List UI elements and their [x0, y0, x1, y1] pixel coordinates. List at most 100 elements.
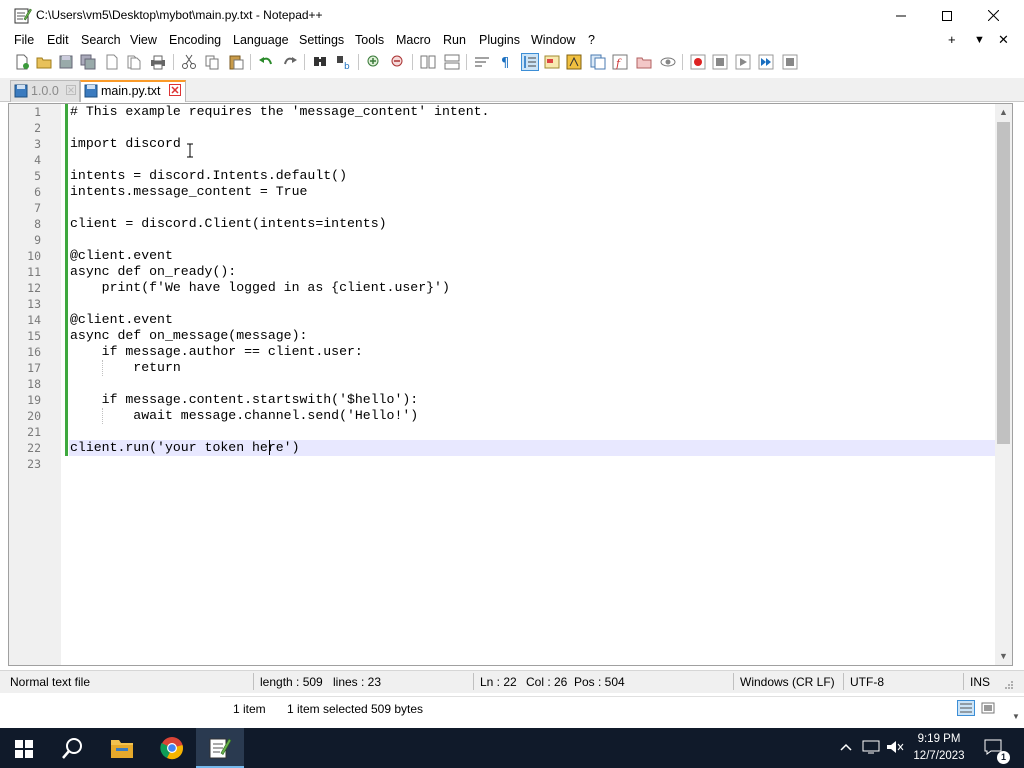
- document-map-icon[interactable]: [566, 54, 582, 70]
- explorer-selected-size: 509 bytes: [371, 702, 424, 716]
- scrollbar-thumb[interactable]: [997, 122, 1010, 444]
- code-line[interactable]: client.run('your token here'): [70, 440, 300, 456]
- line-number: 5: [34, 169, 41, 183]
- new-tab-plus-button[interactable]: +: [948, 32, 956, 47]
- code-line[interactable]: await message.channel.send('Hello!'): [70, 408, 418, 424]
- macro-record-icon[interactable]: [690, 54, 706, 70]
- svg-text:b: b: [344, 62, 350, 70]
- close-document-button[interactable]: ✕: [998, 32, 1009, 48]
- notepadpp-app-icon: [14, 8, 32, 24]
- menu-plugins[interactable]: Plugins: [479, 33, 520, 47]
- code-line[interactable]: return: [70, 360, 181, 376]
- document-list-icon[interactable]: [590, 54, 606, 70]
- clock-date[interactable]: 12/7/2023: [908, 750, 970, 762]
- menu-search[interactable]: Search: [81, 33, 121, 47]
- copy-icon[interactable]: [204, 54, 220, 70]
- code-line[interactable]: print(f'We have logged in as {client.use…: [70, 280, 450, 296]
- show-all-characters-icon[interactable]: ¶: [498, 54, 514, 70]
- close-file-icon[interactable]: [104, 54, 120, 70]
- tab-list-dropdown-button[interactable]: ▼: [974, 34, 985, 46]
- line-number: 14: [27, 313, 41, 327]
- open-file-icon[interactable]: [36, 54, 52, 70]
- save-all-icon[interactable]: [80, 54, 96, 70]
- code-line[interactable]: if message.author == client.user:: [70, 344, 363, 360]
- code-line[interactable]: async def on_message(message):: [70, 328, 307, 344]
- maximize-button[interactable]: [924, 0, 970, 31]
- monitoring-eye-icon[interactable]: [660, 54, 676, 70]
- clock-time[interactable]: 9:19 PM: [908, 733, 970, 745]
- menu-window[interactable]: Window: [531, 33, 575, 47]
- close-icon: [987, 10, 999, 21]
- explorer-scroll-down-arrow-icon[interactable]: ▼: [1012, 712, 1020, 721]
- maximize-icon: [942, 10, 952, 21]
- scroll-up-arrow-icon[interactable]: ▲: [995, 104, 1012, 121]
- network-icon[interactable]: [862, 740, 880, 754]
- large-icons-view-icon[interactable]: [980, 700, 996, 716]
- sync-horizontal-icon[interactable]: [444, 54, 460, 70]
- indent-guide-icon[interactable]: [521, 53, 539, 71]
- toolbar-separator: [466, 54, 467, 70]
- explorer-selected-count: 1 item selected: [287, 702, 368, 716]
- code-line[interactable]: if message.content.startswith('$hello'):: [70, 392, 419, 408]
- code-line[interactable]: # This example requires the 'message_con…: [70, 104, 489, 120]
- menu-encoding[interactable]: Encoding: [169, 33, 221, 47]
- file-explorer-icon[interactable]: [110, 737, 134, 759]
- menu-edit[interactable]: Edit: [47, 33, 69, 47]
- windows-start-icon[interactable]: [15, 740, 33, 758]
- code-line[interactable]: @client.event: [70, 248, 173, 264]
- sync-vertical-icon[interactable]: [420, 54, 436, 70]
- menu-settings[interactable]: Settings: [299, 33, 344, 47]
- minimize-button[interactable]: [878, 0, 924, 31]
- status-eol[interactable]: Windows (CR LF): [740, 675, 835, 689]
- user-defined-language-icon[interactable]: [544, 54, 560, 70]
- chrome-icon[interactable]: [160, 736, 184, 760]
- code-line[interactable]: client = discord.Client(intents=intents): [70, 216, 387, 232]
- macro-stop-icon[interactable]: [712, 54, 728, 70]
- macro-save-icon[interactable]: [782, 54, 798, 70]
- zoom-in-icon[interactable]: [366, 54, 382, 70]
- macro-run-multiple-icon[interactable]: [758, 54, 774, 70]
- volume-muted-icon[interactable]: [886, 740, 904, 754]
- menu-language[interactable]: Language: [233, 33, 289, 47]
- close-button[interactable]: [970, 0, 1016, 31]
- code-line[interactable]: intents.message_content = True: [70, 184, 307, 200]
- tab-close-icon[interactable]: [169, 84, 181, 96]
- code-line[interactable]: async def on_ready():: [70, 264, 236, 280]
- function-list-icon[interactable]: f: [612, 54, 628, 70]
- menu-tools[interactable]: Tools: [355, 33, 384, 47]
- menu-file[interactable]: File: [14, 33, 34, 47]
- paste-icon[interactable]: [228, 54, 244, 70]
- cut-icon[interactable]: [181, 54, 197, 70]
- status-encoding[interactable]: UTF-8: [850, 675, 884, 689]
- code-line[interactable]: intents = discord.Intents.default(): [70, 168, 347, 184]
- new-file-icon[interactable]: [14, 54, 30, 70]
- status-separator: [843, 673, 844, 690]
- tab-close-icon[interactable]: [66, 85, 76, 95]
- search-icon[interactable]: [62, 737, 84, 759]
- menu-view[interactable]: View: [130, 33, 157, 47]
- code-line[interactable]: @client.event: [70, 312, 173, 328]
- code-line[interactable]: import discord: [70, 136, 181, 152]
- menu-help[interactable]: ?: [588, 33, 595, 47]
- macro-play-icon[interactable]: [735, 54, 751, 70]
- resize-grip-icon[interactable]: [1004, 680, 1014, 690]
- scroll-down-arrow-icon[interactable]: ▼: [995, 648, 1012, 665]
- menu-macro[interactable]: Macro: [396, 33, 431, 47]
- print-icon[interactable]: [150, 54, 166, 70]
- replace-icon[interactable]: b: [336, 54, 352, 70]
- undo-icon[interactable]: [258, 54, 274, 70]
- close-all-icon[interactable]: [126, 54, 142, 70]
- line-number: 17: [27, 361, 41, 375]
- saved-file-icon: [84, 84, 98, 98]
- menu-run[interactable]: Run: [443, 33, 466, 47]
- save-icon[interactable]: [58, 54, 74, 70]
- folder-as-workspace-icon[interactable]: [636, 54, 652, 70]
- redo-icon[interactable]: [282, 54, 298, 70]
- details-view-icon[interactable]: [957, 700, 975, 716]
- show-hidden-icons-chevron-icon[interactable]: [840, 742, 852, 752]
- line-number: 20: [27, 409, 41, 423]
- find-icon[interactable]: [312, 54, 328, 70]
- zoom-out-icon[interactable]: [390, 54, 406, 70]
- word-wrap-icon[interactable]: [474, 54, 490, 70]
- line-number: 4: [34, 153, 41, 167]
